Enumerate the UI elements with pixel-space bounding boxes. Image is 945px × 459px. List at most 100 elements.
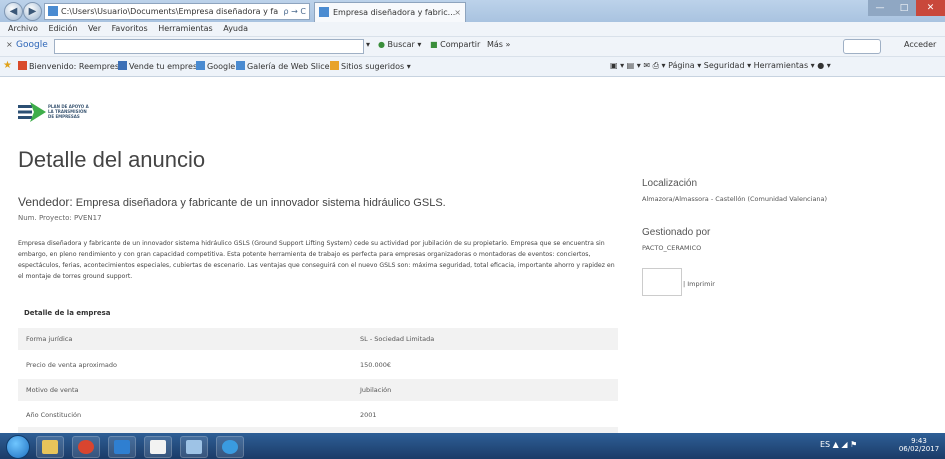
fav-google[interactable]: Google bbox=[196, 61, 235, 71]
outlook-icon bbox=[114, 440, 130, 454]
forward-button[interactable]: ▶ bbox=[23, 2, 42, 21]
page-title: Detalle del anuncio bbox=[18, 147, 206, 172]
table-row: Precio de venta aproximado 150.000€ bbox=[18, 354, 618, 376]
tab-page-icon bbox=[319, 7, 329, 17]
menu-bar: Archivo Edición Ver Favoritos Herramient… bbox=[0, 22, 945, 37]
start-button[interactable] bbox=[6, 435, 30, 459]
file-explorer-icon bbox=[42, 440, 58, 454]
taskbar-word[interactable] bbox=[144, 436, 172, 458]
google-search-input[interactable] bbox=[54, 39, 364, 54]
row-key: Año Constitución bbox=[26, 411, 82, 419]
fav-sitios[interactable]: Sitios sugeridos ▾ bbox=[330, 61, 411, 71]
buscar-button[interactable]: ● Buscar ▾ bbox=[378, 40, 421, 49]
print-link[interactable]: | Imprimir bbox=[683, 280, 715, 288]
taskbar-file-explorer[interactable] bbox=[36, 436, 64, 458]
fav-label: Google bbox=[207, 62, 236, 71]
fav-galeria[interactable]: Galería de Web Slice ▾ bbox=[236, 61, 336, 71]
address-bar[interactable]: C:\Users\Usuario\Documents\Empresa diseñ… bbox=[44, 3, 310, 20]
page-content: PLAN DE APOYO A LA TRANSMISIÓN DE EMPRES… bbox=[0, 77, 945, 433]
system-tray[interactable]: ES ▲ ◢ ⚑ bbox=[820, 440, 857, 449]
taskbar-chrome[interactable] bbox=[72, 436, 100, 458]
mas-button[interactable]: Más » bbox=[487, 40, 510, 49]
favorites-star-icon[interactable]: ★ bbox=[3, 60, 12, 71]
taskbar-outlook[interactable] bbox=[108, 436, 136, 458]
managed-by-label: Gestionado por bbox=[642, 227, 711, 238]
row-value: SL - Sociedad Limitada bbox=[360, 335, 435, 343]
vendor-name: Empresa diseñadora y fabricante de un in… bbox=[75, 197, 446, 209]
close-window-button[interactable]: ✕ bbox=[916, 0, 945, 16]
menu-ayuda[interactable]: Ayuda bbox=[223, 24, 248, 33]
google-toolbar: × Google ▾ ● Buscar ▾ ■ Compartir Más » … bbox=[0, 37, 945, 57]
project-number: Num. Proyecto: PVEN17 bbox=[18, 214, 102, 222]
details-title: Detalle de la empresa bbox=[24, 309, 111, 317]
clock-time: 9:43 bbox=[911, 437, 927, 445]
menu-favoritos[interactable]: Favoritos bbox=[112, 24, 148, 33]
browser-tab[interactable]: Empresa diseñadora y fabric... × bbox=[314, 2, 466, 22]
acceder-link[interactable]: Acceder bbox=[904, 40, 936, 49]
account-toggle[interactable] bbox=[843, 39, 881, 54]
chrome-icon bbox=[78, 440, 94, 454]
tab-title: Empresa diseñadora y fabric... bbox=[333, 8, 456, 17]
row-key: Forma jurídica bbox=[26, 335, 73, 343]
fav-bienvenido[interactable]: Bienvenido: Reempresa bbox=[18, 61, 124, 71]
compartir-button[interactable]: ■ Compartir bbox=[430, 40, 480, 49]
vendor-line: Vendedor: Empresa diseñadora y fabricant… bbox=[18, 195, 446, 209]
vende-icon bbox=[118, 61, 127, 70]
menu-archivo[interactable]: Archivo bbox=[8, 24, 38, 33]
fav-vende[interactable]: Vende tu empresa bbox=[118, 61, 202, 71]
row-key: Motivo de venta bbox=[26, 386, 79, 394]
managed-by-value: PACTO_CERAMICO bbox=[642, 244, 702, 252]
control-panel-icon bbox=[186, 440, 202, 454]
google-logo: Google bbox=[16, 40, 48, 50]
page-icon bbox=[48, 6, 58, 16]
address-controls[interactable]: ρ → C bbox=[284, 4, 306, 19]
logo-text: PLAN DE APOYO A LA TRANSMISIÓN DE EMPRES… bbox=[48, 104, 89, 119]
table-row: Motivo de venta Jubilación bbox=[18, 379, 618, 401]
menu-herramientas[interactable]: Herramientas bbox=[158, 24, 213, 33]
print-icon-box[interactable] bbox=[642, 268, 682, 296]
web-slice-icon bbox=[236, 61, 245, 70]
table-row: Forma jurídica SL - Sociedad Limitada bbox=[18, 328, 618, 350]
toolbar-close-icon[interactable]: × bbox=[6, 40, 13, 49]
browser-title-bar: ◀ ▶ C:\Users\Usuario\Documents\Empresa d… bbox=[0, 0, 945, 22]
fav-label: Galería de Web Slice ▾ bbox=[247, 62, 337, 71]
row-key: Precio de venta aproximado bbox=[26, 361, 117, 369]
table-row: Año Constitución 2001 bbox=[18, 404, 618, 426]
address-text: C:\Users\Usuario\Documents\Empresa diseñ… bbox=[61, 7, 279, 16]
location-value: Almazora/Almassora - Castellón (Comunida… bbox=[642, 195, 828, 203]
compartir-icon: ■ bbox=[430, 40, 438, 49]
internet-explorer-icon bbox=[222, 440, 238, 454]
tab-close-icon[interactable]: × bbox=[454, 3, 461, 22]
compartir-label: Compartir bbox=[440, 40, 481, 49]
menu-edicion[interactable]: Edición bbox=[48, 24, 77, 33]
menu-ver[interactable]: Ver bbox=[88, 24, 101, 33]
location-label: Localización bbox=[642, 178, 698, 189]
command-bar[interactable]: ▣ ▾ ▤ ▾ ✉ ⎙ ▾ Página ▾ Seguridad ▾ Herra… bbox=[610, 61, 831, 71]
taskbar-control-panel[interactable] bbox=[180, 436, 208, 458]
description: Empresa diseñadora y fabricante de un in… bbox=[18, 240, 615, 280]
maximize-button[interactable]: □ bbox=[892, 0, 916, 16]
buscar-icon: ● bbox=[378, 40, 385, 49]
fav-label: Vende tu empresa bbox=[129, 62, 203, 71]
minimize-button[interactable]: — bbox=[868, 0, 892, 16]
reempresa-icon bbox=[18, 61, 27, 70]
buscar-label: Buscar ▾ bbox=[387, 40, 422, 49]
row-value: 2001 bbox=[360, 411, 377, 419]
clock-date: 06/02/2017 bbox=[898, 445, 940, 453]
sitios-icon bbox=[330, 61, 339, 70]
word-icon bbox=[150, 440, 166, 454]
window-controls: — □ ✕ bbox=[868, 0, 945, 22]
back-button[interactable]: ◀ bbox=[4, 2, 23, 21]
google-icon bbox=[196, 61, 205, 70]
row-value: 150.000€ bbox=[360, 361, 392, 369]
search-dropdown-icon[interactable]: ▾ bbox=[366, 40, 370, 49]
favorites-bar: ★ Bienvenido: Reempresa Vende tu empresa… bbox=[0, 57, 945, 77]
taskbar: ES ▲ ◢ ⚑ 9:43 06/02/2017 bbox=[0, 433, 945, 459]
vendor-label: Vendedor: bbox=[18, 195, 73, 209]
clock[interactable]: 9:43 06/02/2017 bbox=[897, 437, 941, 453]
plan-apoyo-logo-icon bbox=[18, 102, 46, 122]
taskbar-internet-explorer[interactable] bbox=[216, 436, 244, 458]
fav-label: Sitios sugeridos ▾ bbox=[341, 62, 411, 71]
fav-label: Bienvenido: Reempresa bbox=[29, 62, 124, 71]
row-value: Jubilación bbox=[360, 386, 392, 394]
